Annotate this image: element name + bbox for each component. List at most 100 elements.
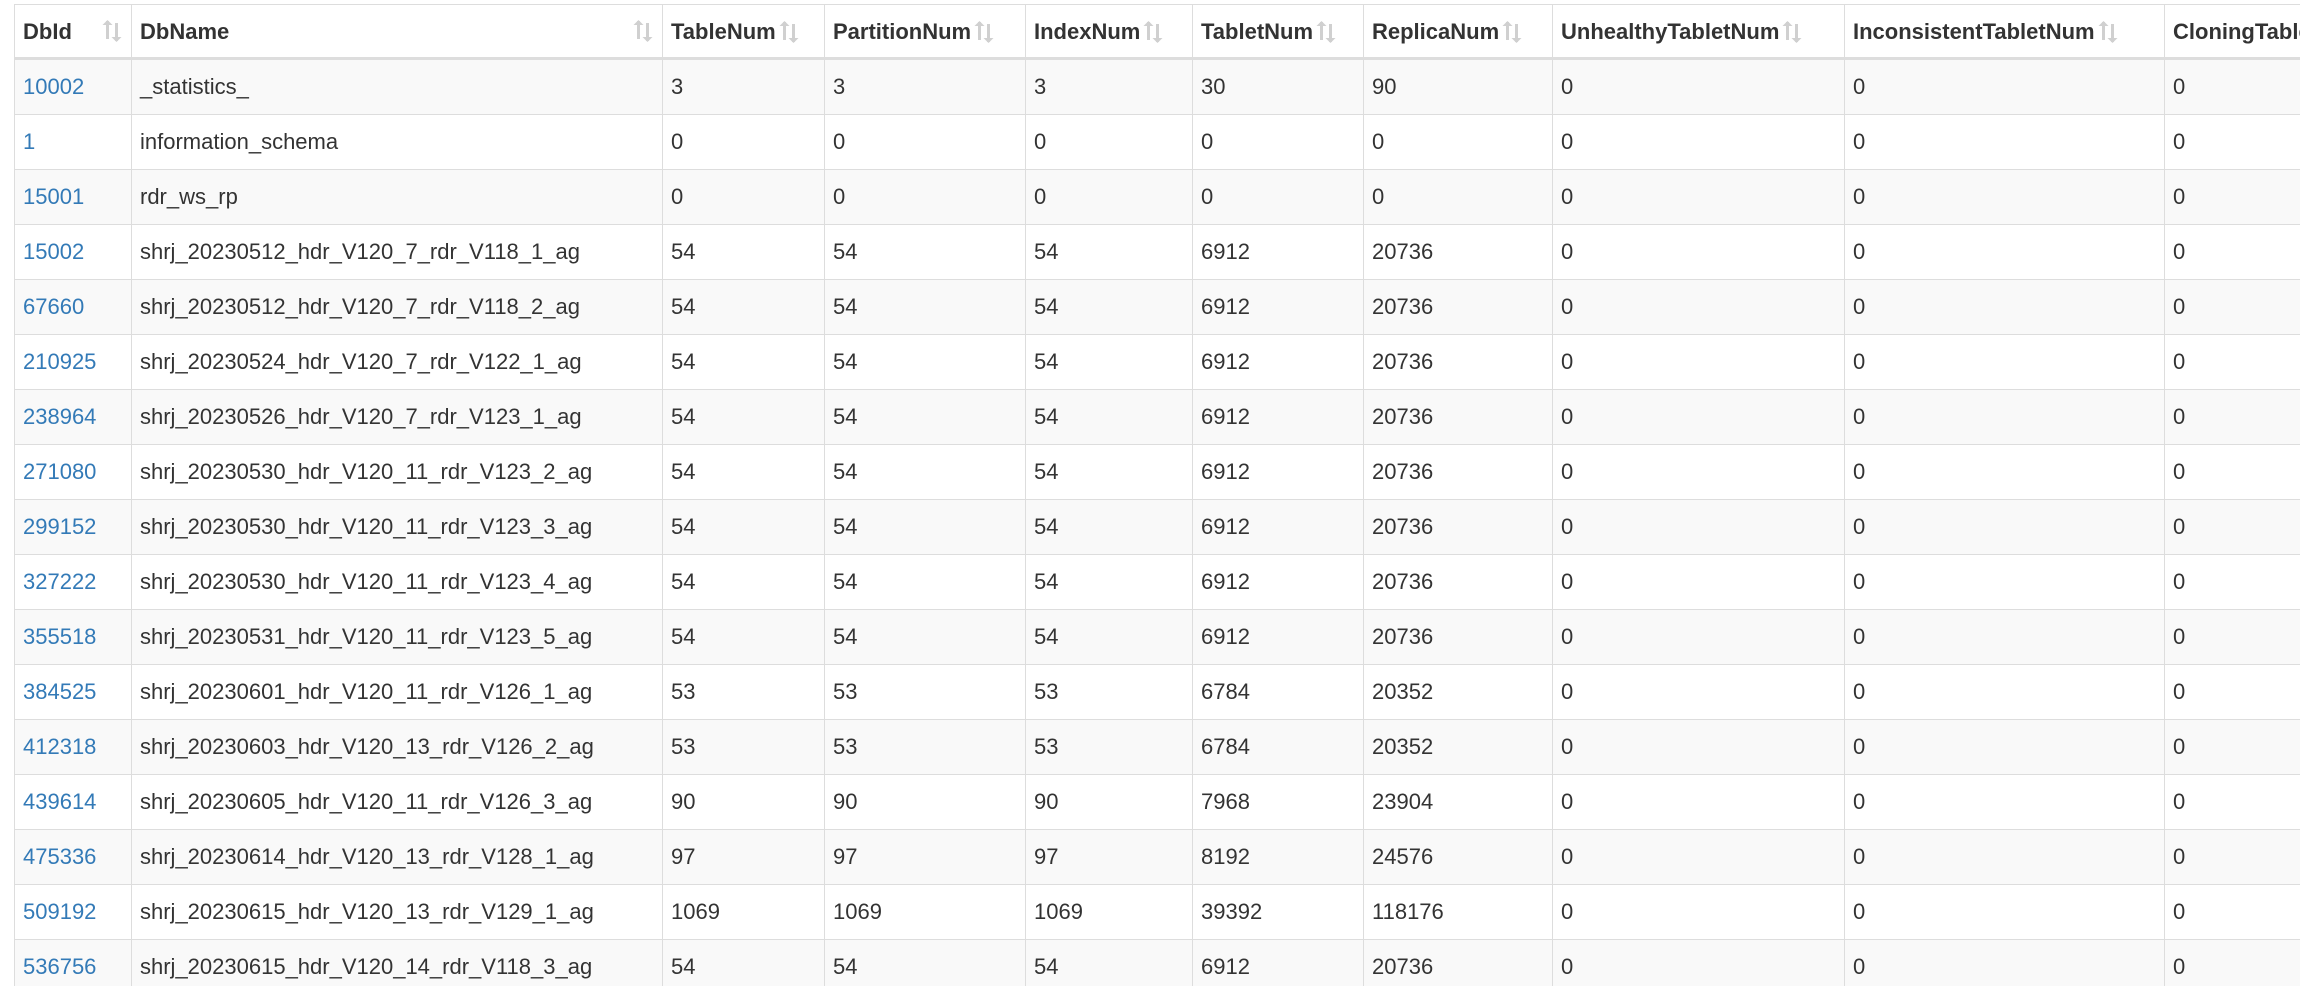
- table-num-cell: 54: [662, 444, 825, 500]
- dbid-cell: 536756: [14, 939, 132, 986]
- partition-num-cell: 0: [824, 114, 1026, 170]
- unhealthy-tablet-num-cell: 0: [1552, 774, 1845, 830]
- tablet-num-cell: 6912: [1192, 554, 1364, 610]
- dbid-link[interactable]: 439614: [23, 789, 96, 814]
- table-row: 210925 shrj_20230524_hdr_V120_7_rdr_V122_…: [14, 334, 2300, 390]
- tablet-num-cell: 6912: [1192, 939, 1364, 986]
- unhealthy-tablet-num-cell: 0: [1552, 389, 1845, 445]
- table-num-cell: 97: [662, 829, 825, 885]
- column-header-cloningtabletnum[interactable]: CloningTabletNum: [2164, 4, 2300, 60]
- sort-icon[interactable]: [778, 20, 800, 44]
- index-num-cell: 1069: [1025, 884, 1193, 940]
- dbid-cell: 355518: [14, 609, 132, 665]
- table-num-cell: 54: [662, 279, 825, 335]
- table-num-cell: 54: [662, 554, 825, 610]
- replica-num-cell: 20736: [1363, 499, 1553, 555]
- table-num-cell: 54: [662, 224, 825, 280]
- column-header-indexnum[interactable]: IndexNum: [1025, 4, 1193, 60]
- dbname-cell: shrj_20230614_hdr_V120_13_rdr_V128_1_ag: [131, 829, 663, 885]
- dbid-link[interactable]: 1: [23, 129, 35, 154]
- partition-num-cell: 54: [824, 499, 1026, 555]
- header-row: DbId DbName TableNum PartitionNum IndexNum Ta…: [14, 4, 2300, 60]
- inconsistent-tablet-num-cell: 0: [1844, 554, 2165, 610]
- inconsistent-tablet-num-cell: 0: [1844, 58, 2165, 115]
- sort-icon[interactable]: [1781, 20, 1803, 44]
- inconsistent-tablet-num-cell: 0: [1844, 169, 2165, 225]
- replica-num-cell: 24576: [1363, 829, 1553, 885]
- dbid-link[interactable]: 238964: [23, 404, 96, 429]
- index-num-cell: 54: [1025, 499, 1193, 555]
- dbid-link[interactable]: 355518: [23, 624, 96, 649]
- table-num-cell: 53: [662, 664, 825, 720]
- dbid-link[interactable]: 271080: [23, 459, 96, 484]
- replica-num-cell: 20736: [1363, 279, 1553, 335]
- partition-num-cell: 54: [824, 554, 1026, 610]
- sort-icon[interactable]: [1501, 20, 1523, 44]
- table-num-cell: 53: [662, 719, 825, 775]
- sort-icon[interactable]: [1315, 20, 1337, 44]
- replica-num-cell: 90: [1363, 58, 1553, 115]
- dbid-link[interactable]: 536756: [23, 954, 96, 979]
- column-header-partitionnum[interactable]: PartitionNum: [824, 4, 1026, 60]
- dbid-link[interactable]: 67660: [23, 294, 84, 319]
- dbname-cell: shrj_20230531_hdr_V120_11_rdr_V123_5_ag: [131, 609, 663, 665]
- inconsistent-tablet-num-cell: 0: [1844, 774, 2165, 830]
- dbid-link[interactable]: 327222: [23, 569, 96, 594]
- dbid-cell: 15001: [14, 169, 132, 225]
- dbid-link[interactable]: 15001: [23, 184, 84, 209]
- column-header-unhealthytabletnum[interactable]: UnhealthyTabletNum: [1552, 4, 1845, 60]
- index-num-cell: 53: [1025, 719, 1193, 775]
- sort-icon[interactable]: [101, 19, 123, 43]
- dbid-link[interactable]: 15002: [23, 239, 84, 264]
- replica-num-cell: 20736: [1363, 389, 1553, 445]
- dbid-link[interactable]: 384525: [23, 679, 96, 704]
- column-header-replicanum[interactable]: ReplicaNum: [1363, 4, 1553, 60]
- dbid-cell: 15002: [14, 224, 132, 280]
- dbid-cell: 475336: [14, 829, 132, 885]
- tablet-num-cell: 7968: [1192, 774, 1364, 830]
- tablet-num-cell: 8192: [1192, 829, 1364, 885]
- column-header-tabletnum[interactable]: TabletNum: [1192, 4, 1364, 60]
- unhealthy-tablet-num-cell: 0: [1552, 499, 1845, 555]
- unhealthy-tablet-num-cell: 0: [1552, 279, 1845, 335]
- sort-icon[interactable]: [973, 20, 995, 44]
- column-header-tablenum[interactable]: TableNum: [662, 4, 825, 60]
- dbid-link[interactable]: 475336: [23, 844, 96, 869]
- tablet-num-cell: 6784: [1192, 719, 1364, 775]
- column-header-label: UnhealthyTabletNum: [1561, 18, 1780, 44]
- sort-icon[interactable]: [632, 19, 654, 43]
- replica-num-cell: 20736: [1363, 334, 1553, 390]
- db-stats-table: DbId DbName TableNum PartitionNum IndexNum Ta…: [14, 4, 2300, 986]
- dbid-link[interactable]: 210925: [23, 349, 96, 374]
- cloning-tablet-num-cell: 0: [2164, 829, 2300, 885]
- dbid-cell: 439614: [14, 774, 132, 830]
- dbname-cell: shrj_20230526_hdr_V120_7_rdr_V123_1_ag: [131, 389, 663, 445]
- column-header-inconsistenttabletnum[interactable]: InconsistentTabletNum: [1844, 4, 2165, 60]
- dbid-link[interactable]: 10002: [23, 74, 84, 99]
- unhealthy-tablet-num-cell: 0: [1552, 58, 1845, 115]
- dbid-cell: 67660: [14, 279, 132, 335]
- sort-icon[interactable]: [1142, 20, 1164, 44]
- table-row: 15001 rdr_ws_rp 0 0 0 0 0 0 0 0: [14, 169, 2300, 225]
- index-num-cell: 53: [1025, 664, 1193, 720]
- partition-num-cell: 3: [824, 58, 1026, 115]
- column-header-dbname[interactable]: DbName: [131, 4, 663, 60]
- inconsistent-tablet-num-cell: 0: [1844, 114, 2165, 170]
- index-num-cell: 54: [1025, 939, 1193, 986]
- table-row: 327222 shrj_20230530_hdr_V120_11_rdr_V123…: [14, 554, 2300, 610]
- db-stats-page: DbId DbName TableNum PartitionNum IndexNum Ta…: [0, 0, 2300, 986]
- index-num-cell: 54: [1025, 444, 1193, 500]
- cloning-tablet-num-cell: 0: [2164, 279, 2300, 335]
- inconsistent-tablet-num-cell: 0: [1844, 499, 2165, 555]
- cloning-tablet-num-cell: 0: [2164, 389, 2300, 445]
- tablet-num-cell: 6912: [1192, 334, 1364, 390]
- cloning-tablet-num-cell: 0: [2164, 169, 2300, 225]
- inconsistent-tablet-num-cell: 0: [1844, 829, 2165, 885]
- dbid-link[interactable]: 412318: [23, 734, 96, 759]
- sort-icon[interactable]: [2097, 20, 2119, 44]
- table-body: 10002 _statistics_ 3 3 3 30 90 0 0 0 1 information_…: [14, 58, 2300, 986]
- dbid-link[interactable]: 509192: [23, 899, 96, 924]
- replica-num-cell: 20736: [1363, 554, 1553, 610]
- dbid-link[interactable]: 299152: [23, 514, 96, 539]
- column-header-dbid[interactable]: DbId: [14, 4, 132, 60]
